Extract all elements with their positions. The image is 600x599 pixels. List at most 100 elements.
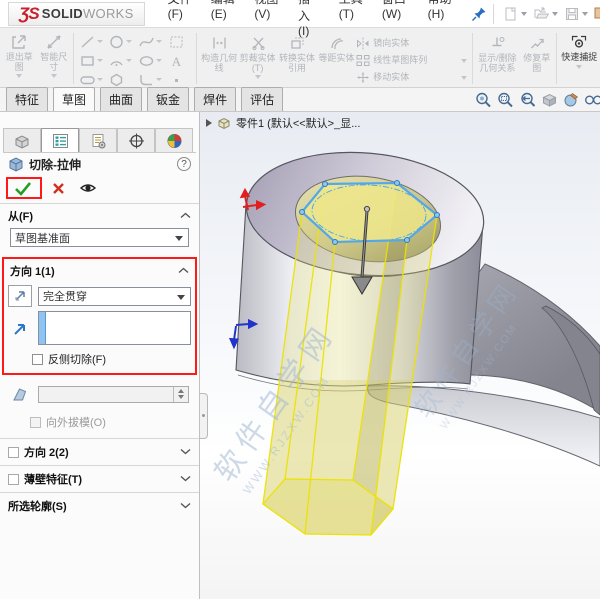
convert-entities-button[interactable]: 转换实体引用 [276,30,317,87]
chevron-down-icon [180,500,191,512]
tab-property-manager[interactable] [41,128,79,152]
end-condition-dropdown[interactable]: 完全贯穿 [38,286,191,306]
cancel-button[interactable] [52,182,65,195]
sketch-pattern-group: 镜向实体 线性草图阵列 移动实体 [355,30,469,87]
section-selected-contours[interactable]: 所选轮廓(S) [0,495,199,517]
mirror-entities-button[interactable]: 镜向实体 [355,35,469,52]
open-document-icon [534,7,550,18]
ok-button[interactable] [14,181,32,196]
sketch-tool-button[interactable] [106,51,136,70]
draft-icon[interactable] [8,383,32,405]
tab-dimxpert[interactable] [117,128,155,152]
section-from[interactable]: 从(F) [0,206,199,226]
quick-access-toolbar [500,5,600,23]
section-direction1[interactable]: 方向 1(1) [8,261,191,281]
offset-entities-button[interactable]: 等距实体 [318,30,355,87]
ribbon-separator [196,33,198,84]
move-entities-dropdown[interactable] [460,75,467,80]
linear-pattern-dropdown[interactable] [460,58,467,63]
view-tool-icon[interactable] [496,91,516,110]
check-icon [15,182,32,196]
quick-snaps-button[interactable]: 快速捕捉 [559,30,600,87]
from-condition-dropdown[interactable]: 草图基准面 [10,228,189,247]
view-tool-icon[interactable] [518,91,538,110]
property-manager-icon [52,133,68,148]
trim-entities-dropdown[interactable] [254,75,261,79]
construction-geometry-button[interactable]: 构造几何线 [199,30,238,87]
sketch-tool-button[interactable] [76,32,106,51]
direction2-checkbox[interactable] [8,446,19,458]
eye-icon [79,184,97,192]
graphics-viewport[interactable]: 零件1 (默认<<默认>_显... 软件自学网 WWW.RJZXW.COM 软件… [200,112,600,599]
reverse-direction-button[interactable] [8,285,32,307]
page-title: 切除-拉伸 [29,157,81,172]
section-thin-feature[interactable]: 薄壁特征(T) [0,468,199,490]
ribbon-tab[interactable]: 草图 [53,87,96,111]
ribbon-tab[interactable]: 曲面 [100,87,143,111]
sketch-tool-button[interactable] [106,32,136,51]
sketch-tool-button[interactable] [165,32,195,51]
sketch-tool-button[interactable] [135,51,165,70]
view-tool-icon[interactable] [474,91,494,110]
ribbon-tab[interactable]: 特征 [6,87,49,111]
panel-tab-strip [3,128,196,153]
expand-caret-icon[interactable] [206,119,212,127]
sketch-tool-button[interactable] [76,51,106,70]
direction-reference-listbox[interactable] [38,311,191,345]
ribbon-tab[interactable]: 评估 [241,87,284,111]
feature-tree-icon [15,134,28,149]
smart-dimension-dropdown[interactable] [50,74,57,78]
view-tool-icon[interactable] [540,91,560,110]
draft-outward-checkbox[interactable] [30,416,41,428]
cut-extrude-icon [9,157,23,172]
repair-sketch-button[interactable]: 修复草图 [520,30,554,87]
new-document-button[interactable] [501,5,529,23]
svg-text:A: A [171,54,181,69]
pin-toolbar-icon[interactable] [471,6,488,22]
chevron-down-icon [180,473,191,485]
menubar-separator [493,3,494,24]
thin-feature-checkbox[interactable] [8,473,19,485]
clipped-toolbar-icon[interactable] [593,5,600,23]
ribbon-tab[interactable]: 焊件 [194,87,237,111]
save-button[interactable] [562,5,590,23]
trim-entities-button[interactable]: 剪裁实体(T) [239,30,276,87]
exit-sketch-icon [10,33,28,51]
chevron-up-icon [178,265,189,277]
dimxpert-icon [128,133,144,148]
flyout-feature-tree[interactable]: 零件1 (默认<<默认>_显... [206,115,360,131]
ribbon-tab[interactable]: 钣金 [147,87,190,111]
move-entities-icon [357,72,370,83]
sketch-entities-grid: A [76,30,194,87]
sketch-tool-button[interactable]: A [165,51,195,70]
reverse-direction-icon [15,291,25,301]
show-preview-button[interactable] [79,181,97,195]
property-manager-panel: 切除-拉伸 ? 从(F) 草图基准面 方向 1(1) 完全贯穿 反侧切除(F) … [0,112,200,599]
stepper-arrows[interactable] [173,386,188,402]
panel-splitter-handle[interactable] [200,393,208,439]
section-direction2[interactable]: 方向 2(2) [0,441,199,463]
chevron-down-icon [180,446,191,458]
tab-configuration-manager[interactable] [79,128,117,152]
view-tool-icon[interactable] [584,91,600,110]
repair-sketch-icon [529,34,545,52]
ribbon-separator [555,33,557,84]
display-relations-icon [489,34,506,52]
feature-title-row: 切除-拉伸 ? [0,153,199,175]
flip-side-checkbox[interactable] [32,353,43,365]
exit-sketch-dropdown[interactable] [16,74,23,78]
sketch-tool-button[interactable] [135,32,165,51]
open-document-button[interactable] [531,5,560,23]
move-entities-button[interactable]: 移动实体 [355,69,469,86]
quick-snaps-dropdown[interactable] [576,64,583,69]
smart-dimension-button[interactable]: 智能尺寸 [37,30,72,87]
draft-angle-stepper[interactable] [38,385,189,403]
save-icon [566,7,578,20]
help-icon[interactable]: ? [177,157,191,171]
tab-feature-tree[interactable] [3,128,41,152]
display-delete-relations-button[interactable]: 显示/删除几何关系 [475,30,520,87]
view-tool-icon[interactable] [562,91,582,110]
linear-sketch-pattern-button[interactable]: 线性草图阵列 [355,52,469,69]
tab-display-manager[interactable] [155,128,193,152]
exit-sketch-button[interactable]: 退出草图 [2,30,37,87]
